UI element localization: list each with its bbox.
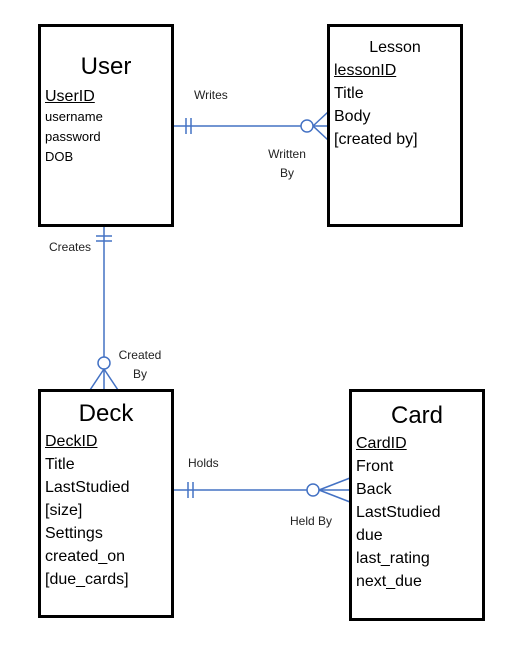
relationship-label-written-by-line2: By bbox=[279, 166, 294, 180]
relationship-label-created-by: Created By bbox=[114, 346, 166, 384]
attribute-list-card: CardID Front Back LastStudied due last_r… bbox=[356, 432, 441, 593]
attribute-primary-key: lessonID bbox=[334, 62, 397, 79]
attribute-primary-key: UserID bbox=[45, 88, 95, 105]
entity-title-deck: Deck bbox=[78, 400, 134, 427]
crowfoot-lesson-top bbox=[312, 111, 329, 127]
attribute-list-deck: DeckID Title LastStudied [size] Settings… bbox=[45, 430, 130, 591]
attribute: Title bbox=[334, 85, 364, 102]
zero-circle-deck bbox=[97, 356, 111, 370]
attribute: [created by] bbox=[334, 131, 418, 148]
relationship-label-written-by: Written By bbox=[263, 145, 311, 183]
connector-deck-card bbox=[173, 477, 351, 503]
entity-title-card: Card bbox=[390, 402, 444, 429]
relationship-label-created-by-line2: By bbox=[132, 367, 147, 381]
crowfoot-lesson-bottom bbox=[312, 125, 329, 141]
relationship-label-created-by-line1: Created bbox=[118, 348, 162, 362]
entity-title-user: User bbox=[80, 53, 132, 80]
attribute: Title bbox=[45, 456, 75, 473]
attribute: [due_cards] bbox=[45, 571, 129, 588]
zero-circle-card bbox=[306, 483, 320, 497]
relationship-label-holds: Holds bbox=[188, 456, 219, 470]
attribute-list-lesson: lessonID Title Body [created by] bbox=[334, 59, 418, 151]
attribute: DOB bbox=[45, 149, 74, 164]
attribute: Back bbox=[356, 481, 392, 498]
entity-lesson: Lesson lessonID Title Body [created by] bbox=[327, 24, 463, 227]
crowfoot-card-top bbox=[318, 477, 351, 491]
attribute: Front bbox=[356, 458, 394, 475]
attribute: username bbox=[45, 109, 103, 124]
entity-deck: Deck DeckID Title LastStudied [size] Set… bbox=[38, 389, 174, 618]
attribute: LastStudied bbox=[356, 504, 441, 521]
attribute: Body bbox=[334, 108, 371, 125]
relationship-label-creates: Creates bbox=[49, 240, 92, 254]
attribute: created_on bbox=[45, 548, 126, 565]
relationship-label-writes: Writes bbox=[194, 88, 228, 102]
entity-card: Card CardID Front Back LastStudied due l… bbox=[349, 389, 485, 621]
zero-circle-lesson bbox=[300, 119, 314, 133]
relationship-label-written-by-line1: Written bbox=[268, 147, 306, 161]
attribute: next_due bbox=[356, 573, 422, 590]
attribute: last_rating bbox=[356, 550, 430, 567]
attribute: password bbox=[45, 129, 101, 144]
attribute: due bbox=[356, 527, 383, 544]
attribute-primary-key: CardID bbox=[356, 435, 407, 452]
attribute: LastStudied bbox=[45, 479, 130, 496]
attribute-list-user: UserID username password DOB bbox=[45, 87, 103, 167]
crowfoot-card-bottom bbox=[318, 489, 351, 503]
relationship-label-held-by: Held By bbox=[290, 514, 333, 528]
crowfoot-deck-left bbox=[89, 368, 105, 391]
attribute-primary-key: DeckID bbox=[45, 433, 98, 450]
attribute: [size] bbox=[45, 502, 83, 519]
entity-user: User UserID username password DOB bbox=[38, 24, 174, 227]
entity-title-lesson: Lesson bbox=[369, 39, 421, 56]
attribute: Settings bbox=[45, 525, 103, 542]
connector-user-lesson bbox=[173, 111, 329, 141]
